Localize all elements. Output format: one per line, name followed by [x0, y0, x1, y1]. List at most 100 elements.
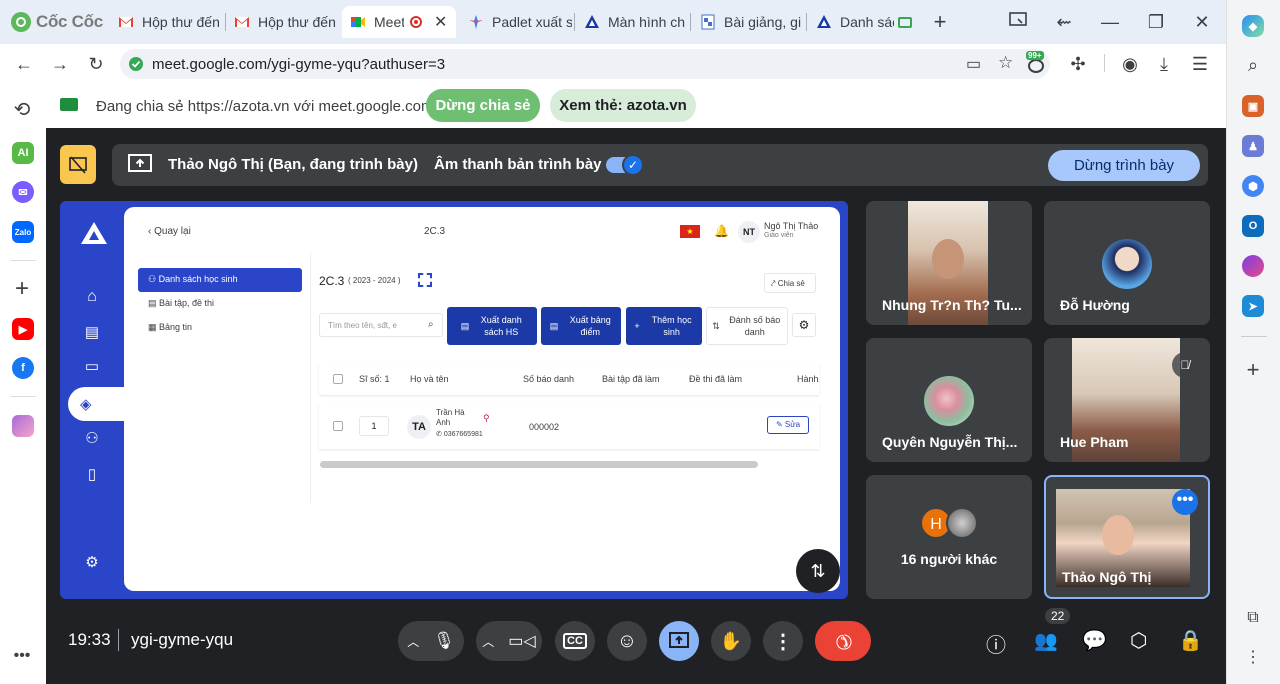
chevron-up-icon[interactable]: ︿ — [407, 633, 419, 650]
ai-icon[interactable]: AI — [12, 142, 34, 164]
participant-tile[interactable]: Quyên Nguyễn Thị... — [866, 338, 1032, 462]
screenshot-icon[interactable]: ⧉ — [1241, 606, 1265, 630]
participant-tile[interactable]: Nhung Tr?n Th? Tu... — [866, 201, 1032, 325]
assign-number-button[interactable]: ⇅ Đánh số báo danh — [706, 307, 788, 345]
restore-icon[interactable]: ❐ — [1144, 10, 1168, 34]
stop-sharing-button[interactable]: Dừng chia sẻ — [426, 89, 540, 122]
edit-student-button[interactable]: ✎ Sửa — [767, 416, 809, 434]
mic-control[interactable]: ︿ 🎙 — [398, 621, 464, 661]
more-dots-icon[interactable]: ••• — [10, 644, 34, 668]
users-icon[interactable]: ⚇ — [80, 427, 104, 451]
microphone-icon[interactable]: 🎙 — [433, 631, 455, 651]
self-tile[interactable]: ••• Thảo Ngô Thị — [1044, 475, 1210, 599]
site-info-icon[interactable] — [128, 56, 144, 72]
close-window-icon[interactable]: ✕ — [1190, 10, 1214, 34]
book-icon[interactable]: ▯ — [80, 463, 104, 487]
nav-student-list[interactable]: ⚇ Danh sách học sinh — [138, 268, 302, 292]
download-icon[interactable]: ⤓ — [1152, 52, 1176, 76]
sidebar-more-icon[interactable]: ⋮ — [1241, 646, 1265, 670]
nav-newsfeed[interactable]: ▦ Bảng tin — [148, 322, 192, 333]
reload-icon[interactable]: ↻ — [84, 52, 108, 76]
table-settings-icon[interactable]: ⚙ — [792, 313, 816, 337]
app-thumbnail-icon[interactable] — [12, 415, 34, 437]
new-tab-icon[interactable]: + — [928, 10, 952, 34]
send-icon[interactable]: ➤ — [1242, 295, 1264, 317]
add-student-button[interactable]: + Thêm học sinh — [626, 307, 702, 345]
people-icon[interactable]: 👥 — [1034, 629, 1058, 653]
cast-icon[interactable] — [1006, 10, 1030, 34]
participant-group-tile[interactable]: H 16 người khác — [866, 475, 1032, 599]
close-tab-icon[interactable]: ✕ — [434, 12, 447, 32]
leave-call-button[interactable]: ✆ — [815, 621, 871, 661]
add-app-icon[interactable]: + — [10, 277, 34, 301]
tab-azota-2[interactable]: Danh sác — [808, 6, 924, 38]
vietnam-flag-icon[interactable]: ★ — [680, 225, 700, 238]
table-row[interactable]: 1 TA Trần Hà Anh ⚲ ✆ 0367665981 000002 ✎… — [319, 403, 819, 449]
video-camera-icon[interactable]: ▭◁ — [508, 631, 535, 651]
select-all-checkbox[interactable] — [333, 374, 343, 384]
back-icon[interactable]: ← — [12, 52, 36, 76]
bookmark-star-icon[interactable]: ☆ — [998, 53, 1013, 73]
more-options-button[interactable]: ⋮ — [763, 621, 803, 661]
present-button[interactable] — [659, 621, 699, 661]
stop-presenting-button[interactable]: Dừng trình bày — [1048, 150, 1200, 181]
home-icon[interactable]: ⌂ — [80, 285, 104, 309]
copilot-icon[interactable]: ◆ — [1242, 15, 1264, 37]
settings-icon[interactable]: ⚙ — [80, 551, 104, 575]
user-avatar[interactable]: NT — [738, 221, 760, 243]
share-class-button[interactable]: ⤤ Chia sẻ — [764, 273, 816, 293]
qr-code-icon[interactable] — [418, 273, 432, 287]
hide-presentation-button[interactable] — [60, 145, 96, 184]
menu-icon[interactable]: ☰ — [1188, 52, 1212, 76]
toolbox-icon[interactable]: ▣ — [1242, 95, 1264, 117]
horizontal-scrollbar[interactable] — [320, 461, 758, 468]
captions-button[interactable]: CC — [555, 621, 595, 661]
outlook-icon[interactable]: O — [1242, 215, 1264, 237]
chat-icon[interactable]: 💬 — [1082, 628, 1107, 653]
tile-more-options-icon[interactable]: ••• — [1172, 489, 1198, 515]
facebook-icon[interactable]: f — [12, 357, 34, 379]
app-circle-icon[interactable] — [1242, 255, 1264, 277]
tab-padlet[interactable]: Padlet xuất s — [460, 6, 572, 38]
raise-hand-button[interactable]: ✋ — [711, 621, 751, 661]
chevron-up-icon[interactable]: ︿ — [482, 633, 494, 650]
nav-assignments[interactable]: ▤ Bài tập, đề thi — [148, 298, 214, 309]
back-link[interactable]: ‹ Quay lại — [148, 226, 191, 237]
presentation-audio-toggle[interactable]: ✓ — [606, 154, 644, 176]
export-scores-button[interactable]: ▤ Xuất bảng điểm — [541, 307, 621, 345]
participant-tile[interactable]: 🎙̸ Hue Pham — [1044, 338, 1210, 462]
youtube-icon[interactable]: ▶ — [12, 318, 34, 340]
extensions-puzzle-icon[interactable]: ✣ — [1066, 52, 1090, 76]
export-student-list-button[interactable]: ▤ Xuất danh sách HS — [447, 307, 537, 345]
extension-badge[interactable]: 99+ — [1024, 51, 1050, 75]
address-bar[interactable]: meet.google.com/ygi-gyme-yqu?authuser=3 … — [120, 49, 1050, 79]
row-checkbox[interactable] — [333, 421, 343, 431]
view-tab-button[interactable]: Xem thẻ: azota.vn — [550, 89, 696, 122]
document-icon[interactable]: ▤ — [80, 321, 104, 345]
tab-meet[interactable]: Meet ✕ — [342, 6, 456, 38]
tab-gmail-1[interactable]: Hộp thư đến — [110, 6, 222, 38]
back-arrow-compact-icon[interactable]: ⇜ — [1052, 10, 1076, 34]
app-hexagon-icon[interactable]: ⬢ — [1242, 175, 1264, 197]
bell-icon[interactable]: 🔔 — [714, 224, 729, 238]
folder-icon[interactable]: ▭ — [80, 355, 104, 379]
activities-icon[interactable]: ⬡ — [1130, 628, 1147, 653]
minimize-icon[interactable]: — — [1098, 10, 1122, 34]
coccoc-logo[interactable]: Cốc Cốc — [10, 11, 103, 33]
tab-doc[interactable]: Bài giảng, gi — [692, 6, 804, 38]
reactions-button[interactable]: ☺ — [607, 621, 647, 661]
history-icon[interactable]: ⟲ — [10, 98, 34, 122]
meeting-code[interactable]: ygi-gyme-yqu — [131, 630, 233, 650]
swap-scroll-button[interactable]: ⇅ — [796, 549, 840, 593]
row-index[interactable]: 1 — [359, 416, 389, 436]
tab-gmail-2[interactable]: Hộp thư đến — [226, 6, 338, 38]
meeting-info-icon[interactable]: ⓘ — [986, 629, 1006, 658]
participant-tile[interactable]: Đỗ Hường — [1044, 201, 1210, 325]
layers-nav-active[interactable]: ◈ — [68, 387, 132, 421]
tab-azota-1[interactable]: Màn hình ch — [576, 6, 688, 38]
messenger-icon[interactable]: ✉ — [12, 181, 34, 203]
camera-permission-icon[interactable]: ▭ — [966, 54, 981, 74]
people-icon[interactable]: ♟ — [1242, 135, 1264, 157]
forward-icon[interactable]: → — [48, 52, 72, 76]
search-icon[interactable]: ⌕ — [1241, 53, 1265, 77]
